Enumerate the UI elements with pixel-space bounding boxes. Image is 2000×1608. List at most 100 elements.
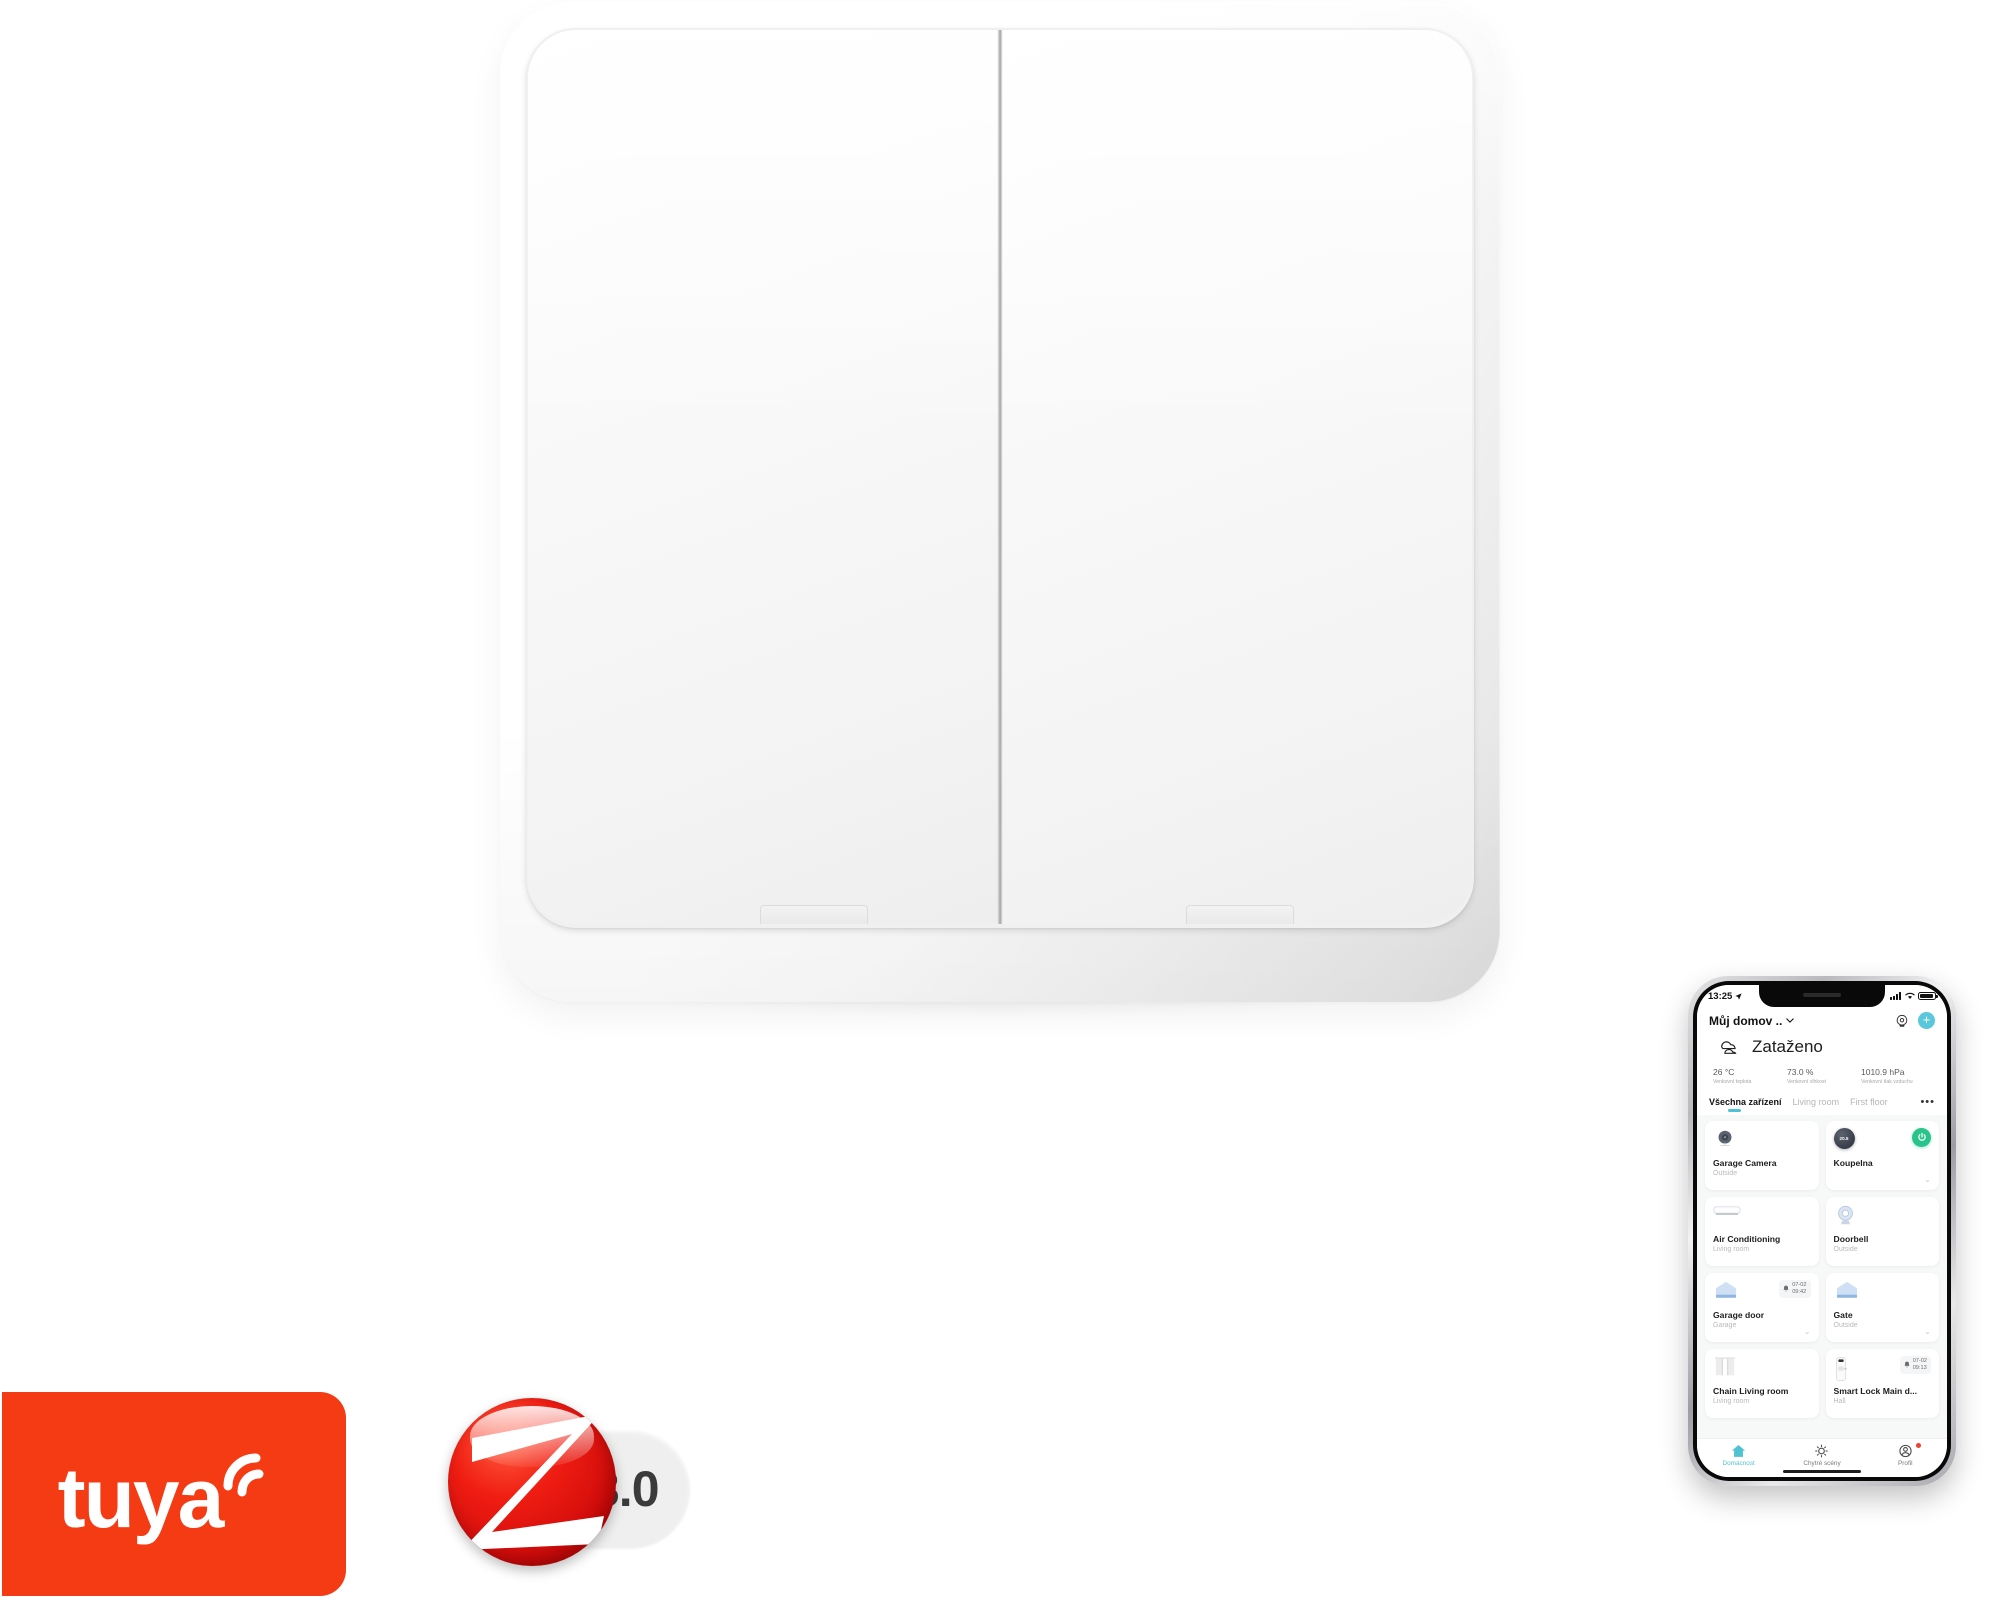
weather-summary[interactable]: Zataženo xyxy=(1709,1036,1935,1058)
metric-label: Venkovní tlak vzduchu xyxy=(1861,1078,1913,1085)
thermostat-dial-icon: 20.5 xyxy=(1833,1127,1855,1149)
switch-rocker-left[interactable] xyxy=(528,30,1000,924)
home-selector-row: Můj domov .. + xyxy=(1709,1012,1935,1029)
rocker-notch-right xyxy=(1186,905,1294,924)
bell-icon xyxy=(1783,1285,1789,1292)
device-grid: Garage Camera Outside 20.5 Koupelna ⌄ Ai… xyxy=(1697,1114,1947,1438)
status-time-group: 13:25 xyxy=(1708,991,1742,1002)
device-card-garage-door[interactable]: 07-02 09:42 Garage door Garage ⌄ xyxy=(1705,1272,1819,1342)
zigbee-sphere xyxy=(448,1398,616,1566)
zigbee-logo: 3.0 xyxy=(440,1390,700,1590)
location-arrow-icon xyxy=(1735,992,1742,1000)
chevron-down-icon[interactable]: ⌄ xyxy=(1924,1327,1931,1336)
sun-scenes-icon xyxy=(1815,1444,1829,1458)
timestamp-date: 07-02 xyxy=(1792,1281,1807,1288)
header-actions: + xyxy=(1895,1012,1935,1029)
app-header: Můj domov .. + Zataženo 26 °C Venkovní t… xyxy=(1697,1007,1947,1087)
gate-icon xyxy=(1836,1281,1857,1298)
metric-value: 73.0 % xyxy=(1787,1067,1814,1077)
timestamp-time: 09:42 xyxy=(1792,1288,1807,1295)
card-icon-row xyxy=(1713,1204,1811,1231)
garage-door-icon xyxy=(1715,1281,1737,1298)
timestamp-badge: 07-02 09:13 xyxy=(1899,1355,1931,1374)
device-card-smart-lock[interactable]: 07-02 09:13 Smart Lock Main d... Hall xyxy=(1825,1348,1939,1418)
wifi-icon xyxy=(1904,992,1915,999)
timestamp-badge: 07-02 09:42 xyxy=(1779,1279,1811,1298)
weather-condition: Zataženo xyxy=(1752,1037,1823,1056)
timestamp-text: 07-02 09:42 xyxy=(1792,1282,1806,1296)
product-image-canvas: tuya 3.0 13:25 Můj domov .. + Zataženo 2… xyxy=(0,0,2000,1608)
metric-humidity: 73.0 % Venkovní vlhkost xyxy=(1787,1067,1861,1085)
notification-badge xyxy=(1915,1443,1921,1448)
tabbar-label: Profil xyxy=(1898,1460,1913,1467)
tabbar-label: Domácnost xyxy=(1722,1460,1755,1467)
tabbar-item-home[interactable]: Domácnost xyxy=(1697,1444,1780,1467)
smart-lock-icon xyxy=(1835,1356,1847,1381)
device-title: Smart Lock Main d... xyxy=(1833,1385,1918,1396)
add-device-button[interactable]: + xyxy=(1918,1012,1935,1029)
chevron-down-icon[interactable]: ⌄ xyxy=(1804,1327,1811,1336)
device-room: Outside xyxy=(1713,1169,1738,1177)
tab-first-floor[interactable]: First floor xyxy=(1850,1097,1888,1114)
card-icon-row: 20.5 xyxy=(1833,1127,1931,1155)
air-conditioner-icon xyxy=(1713,1205,1741,1215)
metric-pressure: 1010.9 hPa Venkovní tlak vzduchu xyxy=(1861,1067,1935,1085)
plus-icon: + xyxy=(1922,1012,1931,1027)
device-title: Gate xyxy=(1833,1309,1853,1320)
device-room: Living room xyxy=(1713,1245,1750,1253)
smart-wall-switch-product xyxy=(500,2,1500,1016)
room-tabs: Všechna zařízení Living room First floor… xyxy=(1697,1086,1947,1115)
phone-bezel: 13:25 Můj domov .. + Zataženo 26 °C Venk… xyxy=(1693,981,1951,1481)
doorbell-camera-icon xyxy=(1837,1205,1853,1224)
metric-value: 1010.9 hPa xyxy=(1861,1067,1905,1077)
status-indicators xyxy=(1890,991,1938,1001)
smartphone-mockup: 13:25 Můj domov .. + Zataženo 26 °C Venk… xyxy=(1688,976,1956,1486)
device-card-chain-living-room[interactable]: Chain Living room Living room xyxy=(1705,1348,1819,1418)
camera-monitor-icon[interactable] xyxy=(1895,1014,1909,1028)
tab-all-devices[interactable]: Všechna zařízení xyxy=(1709,1097,1782,1114)
metric-label: Venkovní vlhkost xyxy=(1787,1078,1826,1085)
home-name-label: Můj domov .. xyxy=(1709,1013,1783,1028)
device-title: Doorbell xyxy=(1833,1233,1869,1244)
timestamp-date: 07-02 xyxy=(1912,1357,1927,1364)
chevron-down-icon xyxy=(1786,1018,1795,1023)
device-card-garage-camera[interactable]: Garage Camera Outside xyxy=(1705,1120,1819,1190)
home-icon xyxy=(1732,1444,1746,1457)
device-card-air-conditioning[interactable]: Air Conditioning Living room xyxy=(1705,1196,1819,1266)
device-card-gate[interactable]: Gate Outside ⌄ xyxy=(1825,1272,1939,1342)
device-card-koupelna[interactable]: 20.5 Koupelna ⌄ xyxy=(1825,1120,1939,1190)
device-title: Garage Camera xyxy=(1713,1157,1777,1168)
tabbar-item-scenes[interactable]: Chytré scény xyxy=(1780,1444,1863,1467)
cellular-signal-icon xyxy=(1890,992,1901,1000)
device-title: Chain Living room xyxy=(1713,1385,1789,1396)
device-room: Outside xyxy=(1833,1321,1858,1329)
home-selector[interactable]: Můj domov .. xyxy=(1709,1013,1795,1028)
profile-icon xyxy=(1899,1444,1912,1458)
tabbar-label: Chytré scény xyxy=(1803,1460,1841,1467)
tuya-logo-badge: tuya xyxy=(2,1392,346,1596)
wifi-signal-icon xyxy=(223,1453,264,1497)
tabbar-item-profile[interactable]: Profil xyxy=(1864,1443,1947,1467)
timestamp-time: 09:13 xyxy=(1912,1364,1927,1371)
device-card-doorbell[interactable]: Doorbell Outside xyxy=(1825,1196,1939,1266)
card-icon-row xyxy=(1713,1128,1811,1155)
rocker-divider-seam xyxy=(997,30,1003,924)
phone-screen: 13:25 Můj domov .. + Zataženo 26 °C Venk… xyxy=(1697,985,1947,1477)
tab-living-room[interactable]: Living room xyxy=(1793,1097,1840,1114)
device-title: Air Conditioning xyxy=(1713,1233,1781,1244)
chevron-down-icon[interactable]: ⌄ xyxy=(1924,1175,1931,1184)
status-time: 13:25 xyxy=(1708,990,1733,1002)
switch-rocker-group xyxy=(528,30,1472,924)
tuya-wordmark: tuya xyxy=(57,1451,225,1545)
metric-temperature: 26 °C Venkovní teplota xyxy=(1713,1067,1787,1085)
switch-rocker-right[interactable] xyxy=(1000,30,1472,924)
timestamp-text: 07-02 09:13 xyxy=(1913,1358,1927,1372)
tabs-more-button[interactable]: ••• xyxy=(1920,1096,1935,1115)
thermostat-value: 20.5 xyxy=(1839,1135,1849,1141)
card-icon-row: 07-02 09:13 xyxy=(1834,1355,1931,1383)
home-indicator xyxy=(1783,1469,1861,1473)
power-toggle-button[interactable] xyxy=(1912,1127,1931,1147)
phone-notch xyxy=(1759,985,1885,1007)
rocker-notch-left xyxy=(760,905,868,924)
power-icon xyxy=(1917,1132,1926,1141)
